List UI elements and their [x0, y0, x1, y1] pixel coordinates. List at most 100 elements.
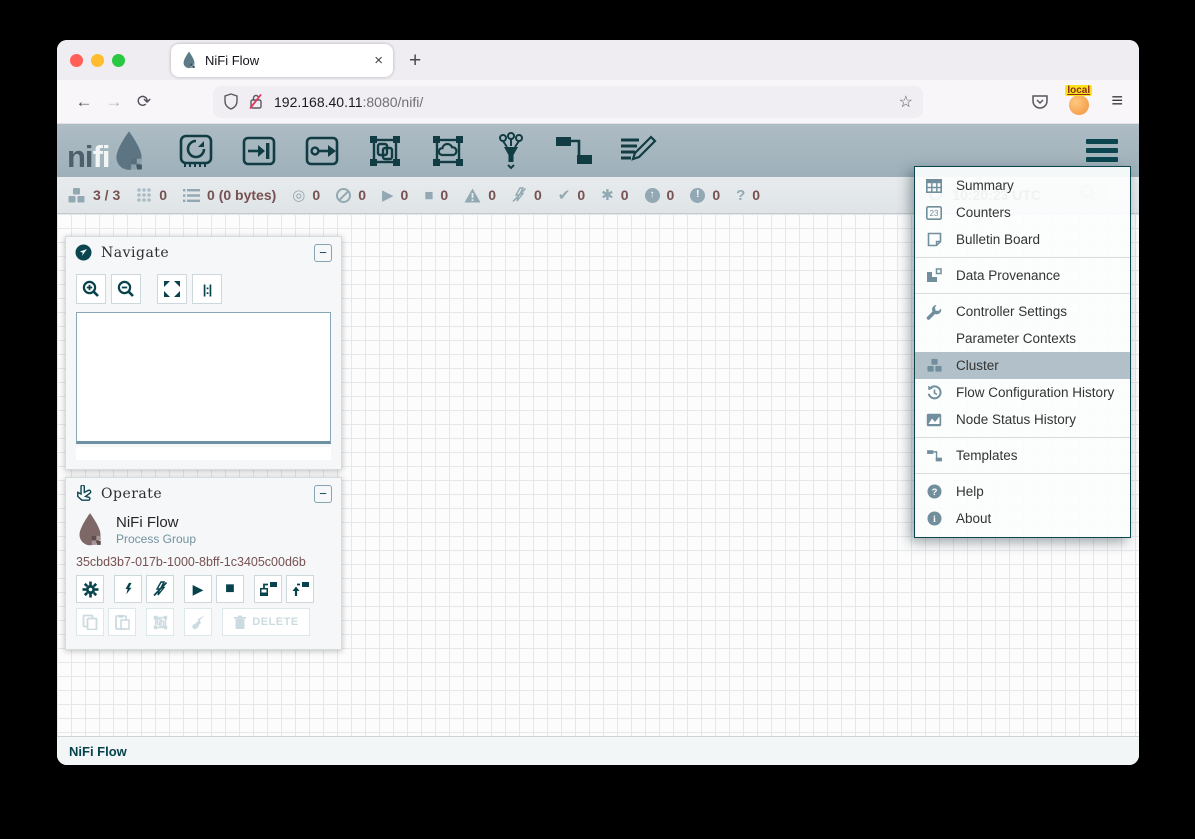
operate-collapse-button[interactable]: −: [314, 485, 332, 503]
close-window-button[interactable]: [70, 54, 83, 67]
stale-count: 0: [667, 187, 675, 203]
minimize-window-button[interactable]: [91, 54, 104, 67]
back-button[interactable]: ←: [69, 92, 99, 112]
locally-modified-count: 0: [621, 187, 629, 203]
active-threads-status: 0: [136, 187, 167, 203]
enable-button[interactable]: [114, 575, 142, 603]
nifi-logo-fi: fi: [93, 141, 110, 172]
operate-hand-icon: [75, 485, 92, 503]
template-component[interactable]: [554, 131, 594, 171]
selected-flow-name: NiFi Flow: [116, 514, 196, 531]
bookmark-star-icon[interactable]: ☆: [899, 92, 913, 112]
stopped-status: ■ 0: [424, 187, 448, 204]
sync-failure-count: 0: [752, 187, 760, 203]
selected-flow-id: 35cbd3b7-017b-1000-8bff-1c3405c00d6b: [66, 548, 341, 575]
profile-avatar[interactable]: local: [1069, 91, 1091, 113]
start-button[interactable]: ▶: [184, 575, 212, 603]
svg-text:23: 23: [930, 209, 939, 218]
controller-settings-icon: [925, 304, 943, 320]
menu-item-data-provenance[interactable]: Data Provenance: [915, 262, 1130, 289]
menu-item-about[interactable]: i About: [915, 505, 1130, 532]
group-button[interactable]: [146, 608, 174, 636]
menu-item-controller-settings[interactable]: Controller Settings: [915, 298, 1130, 325]
sync-failure-status: ? 0: [736, 187, 760, 204]
about-icon: i: [925, 511, 943, 526]
transmitting-status: ◎ 0: [292, 186, 320, 204]
disabled-icon: [512, 187, 527, 203]
remote-process-group-component[interactable]: [428, 131, 468, 171]
not-transmitting-status: 0: [336, 187, 366, 203]
reload-button[interactable]: ⟳: [129, 92, 159, 112]
not-transmitting-count: 0: [358, 187, 366, 203]
nifi-logo-drop-icon: [112, 130, 146, 172]
shield-icon[interactable]: [223, 93, 239, 110]
zoom-out-button[interactable]: [111, 274, 141, 304]
processor-component[interactable]: [176, 131, 216, 171]
pocket-icon[interactable]: [1031, 94, 1049, 110]
menu-item-summary[interactable]: Summary: [915, 172, 1130, 199]
queued-count: 0 (0 bytes): [207, 187, 276, 203]
running-count: 0: [401, 187, 409, 203]
operate-panel-title: Operate: [101, 486, 314, 502]
color-button[interactable]: [184, 608, 212, 636]
birdseye-minimap[interactable]: [76, 312, 331, 444]
operate-panel: Operate − NiFi Flow Process Group 35cbd3…: [65, 477, 342, 650]
operate-buttons-row-2: DELETE: [66, 608, 341, 636]
menu-item-counters[interactable]: 23 Counters: [915, 199, 1130, 226]
menu-separator: [915, 437, 1130, 438]
insecure-lock-icon[interactable]: [248, 93, 264, 110]
menu-item-bulletin-board[interactable]: Bulletin Board: [915, 226, 1130, 253]
menu-separator: [915, 473, 1130, 474]
label-component[interactable]: [617, 131, 657, 171]
navigate-collapse-button[interactable]: −: [314, 244, 332, 262]
firefox-menu-icon[interactable]: ≡: [1111, 90, 1123, 113]
navigate-panel: Navigate − |:|: [65, 236, 342, 470]
maximize-window-button[interactable]: [112, 54, 125, 67]
up-to-date-icon: ✔: [558, 186, 571, 204]
navigate-panel-header: Navigate −: [66, 237, 341, 268]
data-provenance-icon: [925, 268, 943, 283]
menu-item-help[interactable]: ? Help: [915, 478, 1130, 505]
disable-button[interactable]: [146, 575, 174, 603]
process-group-drop-icon: [76, 511, 104, 548]
menu-item-node-status-history[interactable]: Node Status History: [915, 406, 1130, 433]
browser-window: NiFi Flow × + ← → ⟳ 192.168.40.11:8080/n…: [57, 40, 1139, 765]
menu-item-parameter-contexts[interactable]: Parameter Contexts: [915, 325, 1130, 352]
stopped-count: 0: [440, 187, 448, 203]
new-tab-button[interactable]: +: [409, 50, 421, 71]
breadcrumb[interactable]: NiFi Flow: [69, 744, 127, 759]
delete-button[interactable]: DELETE: [222, 608, 310, 636]
output-port-component[interactable]: [302, 131, 342, 171]
zoom-actual-size-button[interactable]: |:|: [192, 274, 222, 304]
paste-button[interactable]: [108, 608, 136, 636]
browser-tab[interactable]: NiFi Flow ×: [171, 44, 393, 77]
svg-text:?: ?: [931, 487, 937, 498]
process-group-component[interactable]: [365, 131, 405, 171]
menu-item-flow-configuration-history[interactable]: Flow Configuration History: [915, 379, 1130, 406]
zoom-in-button[interactable]: [76, 274, 106, 304]
locally-modified-icon: ✱: [601, 186, 614, 204]
cluster-icon: [67, 187, 86, 204]
tab-close-icon[interactable]: ×: [374, 52, 383, 69]
configure-button[interactable]: [76, 575, 104, 603]
delete-button-label: DELETE: [252, 616, 298, 628]
funnel-component[interactable]: [491, 131, 531, 171]
menu-item-templates[interactable]: Templates: [915, 442, 1130, 469]
browser-action-icons: local ≡: [1031, 90, 1127, 113]
global-menu-button[interactable]: [1086, 139, 1118, 162]
zoom-fit-button[interactable]: [157, 274, 187, 304]
bulletin-board-icon: [925, 232, 943, 247]
url-host: 192.168.40.11: [274, 94, 363, 110]
url-bar[interactable]: 192.168.40.11:8080/nifi/ ☆: [213, 86, 923, 118]
tab-title: NiFi Flow: [205, 53, 374, 68]
save-template-button[interactable]: [254, 575, 282, 603]
menu-item-cluster[interactable]: Cluster: [915, 352, 1130, 379]
forward-button[interactable]: →: [99, 92, 129, 112]
stale-status: ↑ 0: [645, 187, 675, 203]
invalid-icon: [464, 188, 481, 203]
upload-template-button[interactable]: [286, 575, 314, 603]
stop-button[interactable]: ■: [216, 575, 244, 603]
input-port-component[interactable]: [239, 131, 279, 171]
copy-button[interactable]: [76, 608, 104, 636]
global-menu: Summary 23 Counters Bulletin Board Data …: [914, 166, 1131, 538]
